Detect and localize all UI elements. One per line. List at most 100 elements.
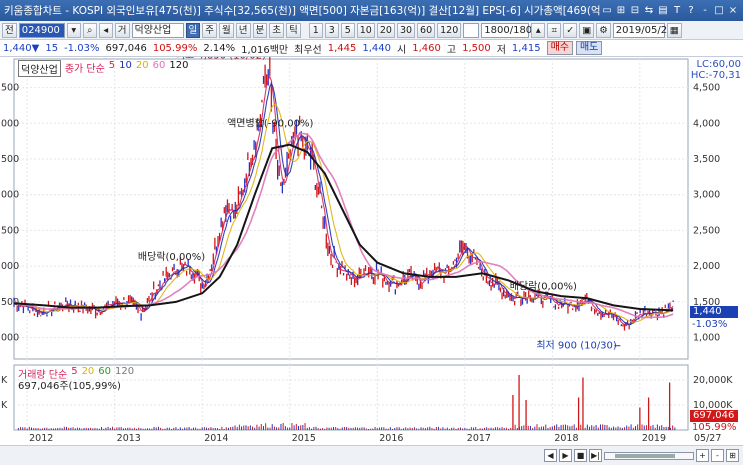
volume-left-tick-label: K xyxy=(1,375,8,386)
period-month[interactable]: 월 xyxy=(219,22,234,38)
minimize-icon[interactable]: - xyxy=(699,4,711,17)
price-tick-label: 3,000 xyxy=(693,190,720,201)
calendar-icon[interactable]: ▦ xyxy=(666,22,682,38)
chart-annotation: 배당락(0,00%) xyxy=(138,251,205,263)
legend-stock-name: 덕양산업 xyxy=(18,60,61,77)
window-icon-split[interactable]: ⊟ xyxy=(629,4,641,17)
crosshair-icon[interactable]: ⌗ xyxy=(547,22,562,38)
price-tick-label: 4,500 xyxy=(693,83,720,94)
window-icon-layout[interactable]: ⊞ xyxy=(615,4,627,17)
x-tick-label: 2019 xyxy=(642,433,666,444)
period-week[interactable]: 주 xyxy=(202,22,217,38)
low-price: 1,415 xyxy=(511,42,541,54)
left-axis-tick-label: 500 xyxy=(1,83,19,94)
low-label: 저 xyxy=(496,44,506,56)
date-input[interactable]: 2019/05/27 xyxy=(612,22,673,38)
left-axis-tick-label: 000 xyxy=(1,190,19,201)
x-tick-label: 2016 xyxy=(379,433,403,444)
stop-icon[interactable]: ■ xyxy=(574,449,587,462)
bid-price: 1,445 xyxy=(327,42,357,54)
volume-value: 697,046 xyxy=(105,42,147,54)
minute-5[interactable]: 5 xyxy=(340,22,355,38)
window-icon-restore[interactable]: ▭ xyxy=(601,4,613,17)
open-label: 시 xyxy=(397,44,407,56)
left-axis-tick-label: 500 xyxy=(1,225,19,236)
minute-10[interactable]: 10 xyxy=(356,22,375,38)
zoom-in-icon[interactable]: + xyxy=(696,449,709,462)
left-axis-tick-label: 000 xyxy=(1,333,19,344)
settings-icon[interactable]: ⚙ xyxy=(596,22,611,38)
scroll-right-icon[interactable]: ▶ xyxy=(559,449,572,462)
help-icon[interactable]: ? xyxy=(685,4,697,17)
chart-annotation: 최저 900 (10/30) xyxy=(536,340,617,352)
scroll-left-icon[interactable]: ◀ xyxy=(544,449,557,462)
lc-hc-label: LC:60,00 HC:-70,31 xyxy=(691,59,741,81)
legend-ma-10: 10 xyxy=(119,60,132,71)
minute-120[interactable]: 120 xyxy=(437,22,462,38)
period-second[interactable]: 초 xyxy=(269,22,284,38)
period-select[interactable]: 전 xyxy=(2,22,17,38)
period-minute[interactable]: 분 xyxy=(252,22,268,38)
window-title: 키움종합차트 - KOSPI 외국인보유[475(천)] 주식수[32,565(… xyxy=(4,5,601,17)
data-count-input[interactable]: 1800/1800 xyxy=(481,22,539,38)
minute-3[interactable]: 3 xyxy=(324,22,339,38)
chart-area[interactable]: 1,000 000 1,500 500 2,000 000 2,500 500 3,000 000… xyxy=(0,57,743,445)
market-select[interactable]: 거 xyxy=(114,22,130,38)
maximize-icon[interactable]: □ xyxy=(713,4,725,17)
window-icon-text[interactable]: T xyxy=(671,4,683,17)
window-icon-list[interactable]: ▤ xyxy=(657,4,669,17)
high-price: 1,500 xyxy=(462,42,491,54)
count-spin-icon[interactable]: ▴ xyxy=(531,22,546,38)
minute-20[interactable]: 20 xyxy=(376,22,395,38)
scroll-end-icon[interactable]: ▶| xyxy=(589,449,602,462)
volume-tick-label: 20,000K xyxy=(693,375,733,386)
trade-amount: 1,016백만 xyxy=(241,44,289,56)
search-icon[interactable]: ⌕ xyxy=(82,22,97,38)
legend-ma-60: 60 xyxy=(152,60,166,71)
window-icon-swap[interactable]: ⇆ xyxy=(643,4,655,17)
scroll-track[interactable] xyxy=(604,451,694,460)
left-axis-tick-label: 500 xyxy=(1,154,19,165)
x-tick-label: 2018 xyxy=(554,433,578,444)
chart-annotation: 최고 4,850 (10/02) xyxy=(176,57,266,62)
check-icon[interactable]: ✓ xyxy=(563,22,578,38)
left-axis-tick-label: 000 xyxy=(1,261,19,272)
stock-name-field: 덕양산업 xyxy=(131,22,184,38)
turnover-rate: 2.14% xyxy=(203,42,236,54)
chart-window: 키움종합차트 - KOSPI 외국인보유[475(천)] 주식수[32,565(… xyxy=(0,0,743,465)
grid-icon[interactable]: ⊞ xyxy=(726,449,739,462)
legend-ma-5: 5 xyxy=(108,60,116,71)
period-year[interactable]: 년 xyxy=(235,22,251,38)
buy-button[interactable]: 매수 xyxy=(546,41,573,55)
legend-ma-label: 종가 단순 xyxy=(64,64,105,75)
code-dropdown-icon[interactable]: ▾ xyxy=(66,22,81,38)
volume-ratio: 105.99% xyxy=(152,42,198,54)
scroll-thumb[interactable] xyxy=(615,453,675,458)
custom-interval-input[interactable] xyxy=(463,22,480,38)
minute-30[interactable]: 30 xyxy=(396,22,416,38)
close-icon[interactable]: × xyxy=(727,4,739,17)
save-icon[interactable]: ▣ xyxy=(579,22,595,38)
price-change-pct: -1.03% xyxy=(64,42,100,54)
zoom-out-icon[interactable]: - xyxy=(711,449,724,462)
current-price-tag: 1,440 xyxy=(690,306,738,318)
minute-60[interactable]: 60 xyxy=(417,22,436,38)
sell-button[interactable]: 매도 xyxy=(575,41,603,55)
price-legend: 덕양산업 종가 단순 5 10 20 60 120 xyxy=(18,60,188,77)
current-volume-tag: 697,046 xyxy=(690,410,738,422)
lc-value: LC:60,00 xyxy=(696,59,741,70)
volume-left-tick-label: K xyxy=(1,400,8,411)
chart-annotation: 배당락(0,00%) xyxy=(510,280,577,292)
stock-code-input[interactable]: 024900 xyxy=(18,22,65,38)
volume-summary: 697,046주(105,99%) xyxy=(18,381,121,392)
legend-ma-20: 20 xyxy=(135,60,149,71)
priority-label: 최우선 xyxy=(294,44,322,56)
minute-1[interactable]: 1 xyxy=(308,22,323,38)
x-tick-label: 05/27 xyxy=(694,433,721,444)
period-day[interactable]: 일 xyxy=(185,22,201,38)
price-tick-label: 2,000 xyxy=(693,261,720,272)
period-tick[interactable]: 틱 xyxy=(286,22,301,38)
x-tick-label: 2012 xyxy=(29,433,53,444)
current-volume-pct: 105.99% xyxy=(692,422,737,433)
speaker-icon[interactable]: ◂ xyxy=(98,22,113,38)
